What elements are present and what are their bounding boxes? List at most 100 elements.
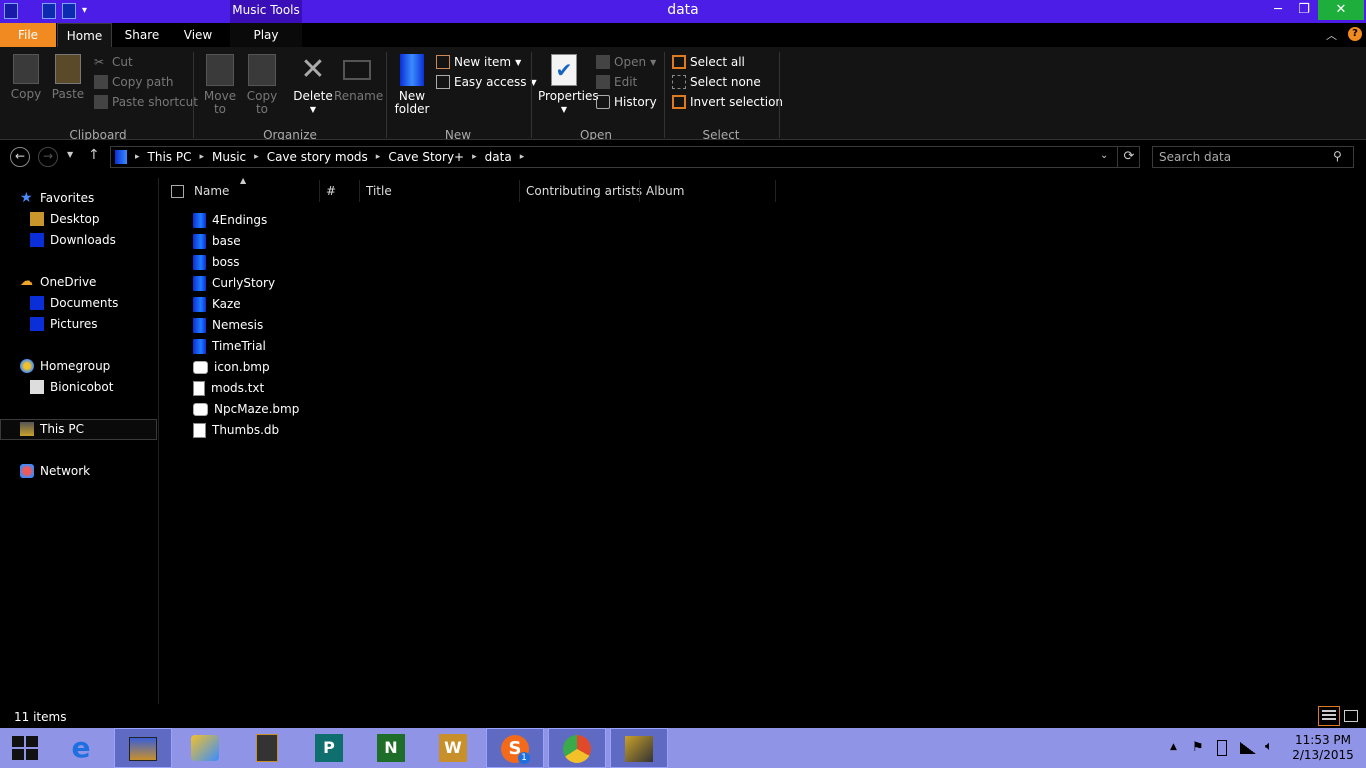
breadcrumb-music[interactable]: Music [212,150,246,164]
tab-share[interactable]: Share [116,23,168,47]
column-contributing-artists[interactable]: Contributing artists [526,184,642,204]
tab-view[interactable]: View [172,23,224,47]
file-row[interactable]: icon.bmp [193,357,270,377]
address-bar[interactable]: ▸ This PC ▸ Music ▸ Cave story mods ▸ Ca… [110,146,1140,168]
breadcrumb-chevron[interactable]: ▸ [254,152,259,162]
copy-to-button[interactable]: Copy to [244,54,280,116]
file-row[interactable]: Thumbs.db [193,420,279,440]
show-hidden-icons-chevron-icon[interactable]: ▲ [1170,742,1177,752]
edit-button[interactable]: Edit [596,72,657,92]
properties-button[interactable]: ✔ Properties ▼ [538,54,599,116]
open-button[interactable]: Open ▼ [596,52,657,72]
taskbar-app-3[interactable] [176,728,234,768]
column-divider[interactable] [775,180,776,202]
copy-path-button[interactable]: Copy path [94,72,198,92]
column-title[interactable]: Title [366,184,392,204]
tab-play[interactable]: Play [230,23,302,47]
select-all-checkbox[interactable] [171,185,184,198]
file-row[interactable]: TimeTrial [193,336,266,356]
breadcrumb-chevron[interactable]: ▸ [135,152,140,162]
breadcrumb-chevron[interactable]: ▸ [376,152,381,162]
nav-documents[interactable]: Documents [30,293,118,313]
file-row[interactable]: CurlyStory [193,273,275,293]
select-all-button[interactable]: Select all [672,52,783,72]
breadcrumb-chevron[interactable]: ▸ [199,152,204,162]
breadcrumb-cave-story-plus[interactable]: Cave Story+ [388,150,464,164]
nav-downloads[interactable]: Downloads [30,230,116,250]
collapse-ribbon-icon[interactable]: ︿ [1326,27,1337,43]
breadcrumb-chevron[interactable]: ▸ [472,152,477,162]
file-row[interactable]: NpcMaze.bmp [193,399,299,419]
forward-button[interactable]: → [38,147,58,167]
taskbar-file-explorer[interactable] [114,728,172,768]
nav-bionicobot[interactable]: Bionicobot [30,377,113,397]
file-row[interactable]: 4Endings [193,210,267,230]
tab-home[interactable]: Home [57,23,112,47]
breadcrumb-cave-story-mods[interactable]: Cave story mods [267,150,368,164]
nav-pane-splitter[interactable] [158,178,159,704]
column-divider[interactable] [359,180,360,202]
tab-file[interactable]: File [0,23,56,47]
nav-onedrive[interactable]: ☁ OneDrive [20,272,96,292]
invert-selection-button[interactable]: Invert selection [672,92,783,112]
large-icons-view-icon[interactable] [1344,710,1358,722]
signal-icon[interactable] [1240,742,1256,754]
nav-desktop[interactable]: Desktop [30,209,100,229]
new-item-button[interactable]: New item ▼ [436,52,537,72]
action-center-flag-icon[interactable]: ⚑ [1192,740,1204,755]
column-name[interactable]: Name [194,184,229,204]
file-row[interactable]: mods.txt [193,378,264,398]
nav-network[interactable]: Network [20,461,90,481]
nav-pictures[interactable]: Pictures [30,314,98,334]
cut-button[interactable]: ✂ Cut [94,52,198,72]
taskbar-skype[interactable]: S [486,728,544,768]
help-icon[interactable]: ? [1348,27,1362,41]
delete-dropdown-icon[interactable]: ▼ [292,103,334,116]
file-row[interactable]: Kaze [193,294,241,314]
close-button[interactable]: ✕ [1318,0,1364,20]
taskbar-publisher[interactable]: P [300,728,358,768]
up-button[interactable]: ↑ [88,147,100,163]
nav-this-pc[interactable]: This PC [20,419,84,439]
refresh-button[interactable]: ⟳ [1117,146,1140,168]
new-folder-button[interactable]: New folder [392,54,432,116]
taskbar-chrome[interactable] [548,728,606,768]
paste-button[interactable]: Paste [50,54,86,101]
history-button[interactable]: History [596,92,657,112]
column-number[interactable]: # [326,184,336,204]
rename-button[interactable]: Rename [334,54,383,103]
file-row[interactable]: boss [193,252,239,272]
taskbar-app-10[interactable] [610,728,668,768]
taskbar-internet-explorer[interactable]: e [52,728,110,768]
breadcrumb-this-pc[interactable]: This PC [148,150,192,164]
nav-favorites[interactable]: ★ Favorites [20,188,94,208]
taskbar-word[interactable]: W [424,728,482,768]
battery-icon[interactable] [1217,740,1227,756]
select-none-button[interactable]: Select none [672,72,783,92]
copy-button[interactable]: Copy [8,54,44,101]
column-divider[interactable] [639,180,640,202]
clock[interactable]: 11:53 PM 2/13/2015 [1290,733,1356,763]
start-button[interactable] [12,736,38,760]
back-button[interactable]: ← [10,147,30,167]
move-to-button[interactable]: Move to [202,54,238,116]
file-row[interactable]: Nemesis [193,315,263,335]
delete-button[interactable]: ✕ Delete ▼ [292,54,334,116]
nav-homegroup[interactable]: Homegroup [20,356,110,376]
search-icon[interactable]: ⚲ [1333,149,1342,163]
file-row[interactable]: base [193,231,241,251]
recent-locations-dropdown-icon[interactable]: ▼ [67,150,73,159]
maximize-button[interactable]: ❐ [1288,0,1320,20]
volume-icon[interactable]: 🔈︎ [1265,739,1273,754]
paste-shortcut-button[interactable]: Paste shortcut [94,92,198,112]
column-divider[interactable] [519,180,520,202]
breadcrumb-data[interactable]: data [485,150,512,164]
breadcrumb-chevron[interactable]: ▸ [520,152,525,162]
taskbar-onenote[interactable]: N [362,728,420,768]
easy-access-button[interactable]: Easy access ▼ [436,72,537,92]
taskbar-calculator[interactable] [238,728,296,768]
address-history-chevron-icon[interactable]: ⌄ [1100,150,1108,161]
column-divider[interactable] [319,180,320,202]
properties-dropdown-icon[interactable]: ▼ [538,103,590,116]
search-input[interactable]: Search data [1152,146,1354,168]
